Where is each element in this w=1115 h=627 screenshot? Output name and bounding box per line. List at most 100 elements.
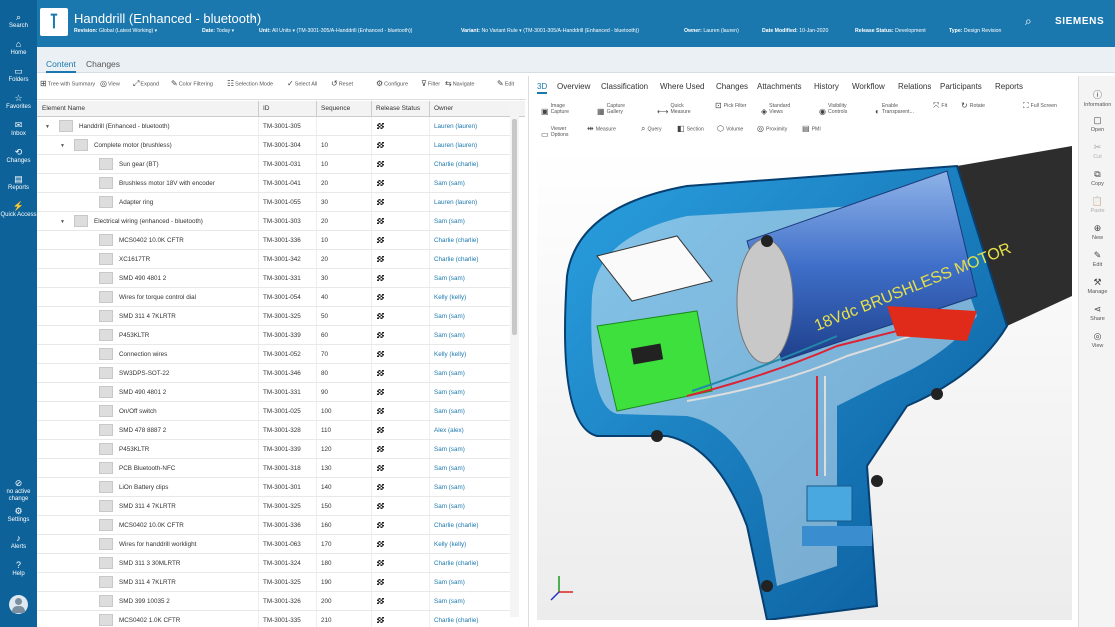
nav-alerts[interactable]: ♪ Alerts xyxy=(0,533,37,551)
viewer-pick-filter-button[interactable]: ⊡ Pick Filter xyxy=(715,102,746,110)
table-row[interactable]: P453KLTR TM-3001-339 60 Sam (sam) xyxy=(37,326,515,345)
element-name[interactable]: PCB Bluetooth-NFC xyxy=(119,465,175,472)
nav-inbox[interactable]: ✉ Inbox xyxy=(0,120,37,138)
owner-link[interactable]: Kelly (kelly) xyxy=(434,351,466,358)
owner-link[interactable]: Sam (sam) xyxy=(434,579,465,586)
table-row[interactable]: MCS0402 1.0K CFTR TM-3001-335 210 Charlie (… xyxy=(37,611,515,627)
toolbar-color-filter-button[interactable]: ✎Color Filtering xyxy=(171,80,213,88)
element-name[interactable]: SMD 490 4801 2 xyxy=(119,389,166,396)
rail-edit-button[interactable]: ✎ Edit xyxy=(1079,250,1115,268)
rail-share-button[interactable]: ⋖ Share xyxy=(1079,304,1115,322)
element-name[interactable]: Handdrill (Enhanced - bluetooth) xyxy=(79,123,170,130)
owner-link[interactable]: Charlie (charlie) xyxy=(434,237,478,244)
table-row[interactable]: Brushless motor 18V with encoder TM-3001-… xyxy=(37,174,515,193)
expand-toggle-icon[interactable]: ▼ xyxy=(45,124,50,130)
nav-settings[interactable]: ⚙ Settings xyxy=(0,506,37,524)
table-row[interactable]: XC1617TR TM-3001-342 20 Charlie (charlie) xyxy=(37,250,515,269)
toolbar-tree-button[interactable]: ⊞Tree with Summary xyxy=(40,80,95,88)
owner-link[interactable]: Sam (sam) xyxy=(434,180,465,187)
element-name[interactable]: SMD 311 4 7KLRTR xyxy=(119,503,176,510)
toolbar-configure-button[interactable]: ⚙Configure xyxy=(376,80,408,88)
table-row[interactable]: Connection wires TM-3001-052 70 Kelly (kell… xyxy=(37,345,515,364)
col-element-name[interactable]: Element Name xyxy=(42,105,85,112)
table-row[interactable]: SW3DPS-SOT-22 TM-3001-346 80 Sam (sam) xyxy=(37,364,515,383)
viewer-pmi-button[interactable]: ▤ PMI xyxy=(802,125,821,133)
owner-link[interactable]: Lauren (lauren) xyxy=(434,199,477,206)
element-name[interactable]: Wires for torque control dial xyxy=(119,294,196,301)
table-row[interactable]: SMD 490 4801 2 TM-3001-331 30 Sam (sam) xyxy=(37,269,515,288)
toolbar-expand-button[interactable]: ⤢Expand xyxy=(133,80,159,88)
col-sequence[interactable]: Sequence xyxy=(321,105,350,112)
rail-view-button[interactable]: ◎ View xyxy=(1079,331,1115,349)
nav-search[interactable]: ⌕ Search xyxy=(0,12,37,30)
element-name[interactable]: Complete motor (brushless) xyxy=(94,142,172,149)
revision-meta[interactable]: Revision: Global (Latest Working) ▾ xyxy=(74,28,157,34)
element-name[interactable]: On/Off switch xyxy=(119,408,157,415)
nav-folders[interactable]: ▭ Folders xyxy=(0,66,37,84)
toolbar-view-button[interactable]: ◎View xyxy=(100,80,120,88)
tab-content[interactable]: Content xyxy=(46,59,76,73)
element-name[interactable]: P453KLTR xyxy=(119,446,149,453)
toolbar-selection-mode-button[interactable]: ☷Selection Mode xyxy=(227,80,273,88)
viewer-fit-button[interactable]: ⤧ Fit xyxy=(933,102,947,110)
nav-help[interactable]: ? Help xyxy=(0,560,37,578)
toolbar-edit-button[interactable]: ✎Edit xyxy=(497,80,514,88)
search-icon[interactable]: ⌕ xyxy=(1025,14,1032,29)
viewer-transparent-button[interactable]: ◐Enable Transparent... xyxy=(875,103,916,115)
table-row[interactable]: P453KLTR TM-3001-339 120 Sam (sam) xyxy=(37,440,515,459)
nav-quick-access[interactable]: ⚡ Quick Access xyxy=(0,201,37,219)
tab-where-used[interactable]: Where Used xyxy=(660,82,704,91)
rail-new-button[interactable]: ⊕ New xyxy=(1079,223,1115,241)
element-name[interactable]: SMD 311 4 7KLRTR xyxy=(119,313,176,320)
viewer-section-button[interactable]: ◧ Section xyxy=(677,125,704,133)
rail-paste-button[interactable]: 📋 Paste xyxy=(1079,196,1115,214)
element-name[interactable]: Wires for handdrill worklight xyxy=(119,541,196,548)
owner-link[interactable]: Sam (sam) xyxy=(434,408,465,415)
viewer-viewer-options-button[interactable]: ▭Viewer Options xyxy=(541,126,577,138)
viewer-rotate-button[interactable]: ↻ Rotate xyxy=(961,102,985,110)
rail-open-button[interactable]: ▢ Open xyxy=(1079,115,1115,133)
nav-home[interactable]: ⌂ Home xyxy=(0,39,37,57)
viewer-image-capture-button[interactable]: ▣Image Capture xyxy=(541,103,585,115)
scroll-thumb[interactable] xyxy=(512,119,517,335)
owner-link[interactable]: Sam (sam) xyxy=(434,389,465,396)
owner-link[interactable]: Sam (sam) xyxy=(434,465,465,472)
owner-link[interactable]: Sam (sam) xyxy=(434,218,465,225)
table-row[interactable]: ▼ Complete motor (brushless) TM-3001-304 10… xyxy=(37,136,515,155)
element-name[interactable]: SW3DPS-SOT-22 xyxy=(119,370,169,377)
tab-3d[interactable]: 3D xyxy=(537,82,548,94)
tab-changes[interactable]: Changes xyxy=(716,82,748,91)
table-row[interactable]: SMD 311 4 7KLRTR TM-3001-325 150 Sam (sam) xyxy=(37,497,515,516)
tab-changes[interactable]: Changes xyxy=(86,59,120,69)
owner-link[interactable]: Sam (sam) xyxy=(434,484,465,491)
table-row[interactable]: MCS0402 10.0K CFTR TM-3001-336 160 Charlie … xyxy=(37,516,515,535)
owner-link[interactable]: Lauren (lauren) xyxy=(434,142,477,149)
rail-copy-button[interactable]: ⧉ Copy xyxy=(1079,169,1115,187)
element-name[interactable]: Brushless motor 18V with encoder xyxy=(119,180,215,187)
element-name[interactable]: Adapter ring xyxy=(119,199,153,206)
viewer-volume-button[interactable]: ⬡ Volume xyxy=(717,125,743,133)
date-meta[interactable]: Date: Today ▾ xyxy=(202,28,234,34)
table-row[interactable]: ▼ Handdrill (Enhanced - bluetooth) TM-3001… xyxy=(37,117,515,136)
element-name[interactable]: XC1617TR xyxy=(119,256,150,263)
table-row[interactable]: LiOn Battery clips TM-3001-301 140 Sam (sam… xyxy=(37,478,515,497)
table-scrollbar[interactable] xyxy=(510,101,519,617)
tab-classification[interactable]: Classification xyxy=(601,82,648,91)
expand-toggle-icon[interactable]: ▼ xyxy=(60,219,65,225)
owner-link[interactable]: Lauren (lauren) xyxy=(434,123,477,130)
element-name[interactable]: Electrical wiring (enhanced - bluetooth) xyxy=(94,218,203,225)
no-active-change[interactable]: ⊘ no active change xyxy=(0,478,37,503)
element-name[interactable]: SMD 311 4 7KLRTR xyxy=(119,579,176,586)
tab-participants[interactable]: Participants xyxy=(940,82,982,91)
owner-link[interactable]: Sam (sam) xyxy=(434,370,465,377)
owner-link[interactable]: Charlie (charlie) xyxy=(434,256,478,263)
owner-link[interactable]: Sam (sam) xyxy=(434,598,465,605)
tab-attachments[interactable]: Attachments xyxy=(757,82,801,91)
tab-workflow[interactable]: Workflow xyxy=(852,82,885,91)
viewer-standard-views-button[interactable]: ◈Standard Views xyxy=(761,103,803,115)
nav-reports[interactable]: ▤ Reports xyxy=(0,174,37,192)
element-name[interactable]: MCS0402 1.0K CFTR xyxy=(119,617,180,624)
viewer-measure-button[interactable]: ⇹ Measure xyxy=(587,125,616,133)
element-name[interactable]: SMD 478 8887 2 xyxy=(119,427,166,434)
table-row[interactable]: SMD 478 8887 2 TM-3001-328 110 Alex (alex) xyxy=(37,421,515,440)
